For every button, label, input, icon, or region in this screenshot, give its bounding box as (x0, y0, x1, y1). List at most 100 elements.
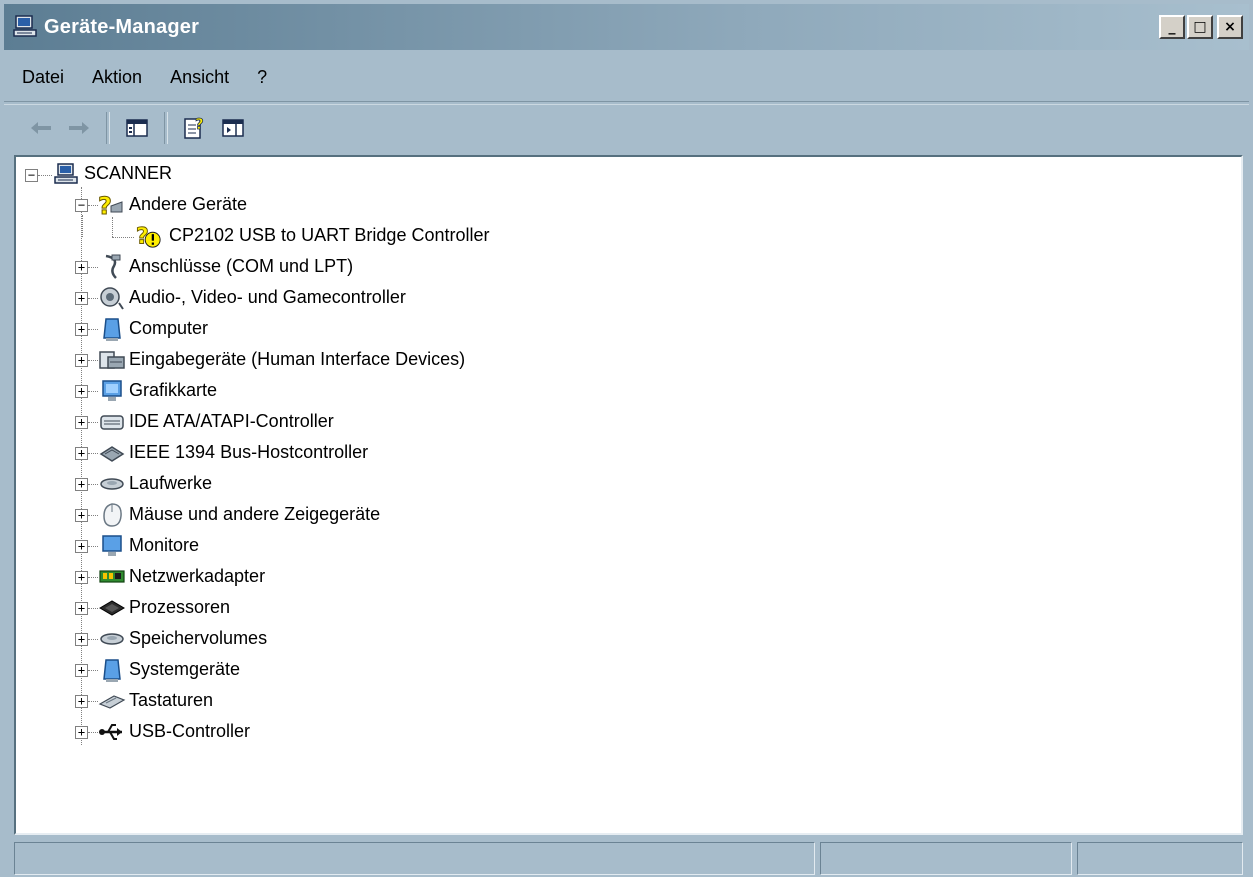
disk-drive-icon (98, 470, 126, 498)
properties-help-icon: ? (184, 116, 204, 139)
tree-node-prozessoren[interactable]: Prozessoren (129, 597, 230, 618)
status-panel-main (14, 842, 815, 875)
tree-line (38, 175, 52, 176)
tree-line (88, 422, 98, 423)
title-bar[interactable]: Geräte-Manager _ □ × (4, 4, 1249, 50)
mouse-icon (98, 501, 126, 529)
status-panel-middle (820, 842, 1072, 875)
tree-line (88, 484, 98, 485)
keyboard-icon (98, 687, 126, 715)
tree-line (112, 237, 134, 238)
tree-node-laufwerke[interactable]: Laufwerke (129, 473, 212, 494)
window-controls: _ □ × (1159, 15, 1243, 39)
expand-toggle[interactable]: + (75, 602, 88, 615)
ide-controller-icon (98, 408, 126, 436)
computer-icon (52, 160, 80, 188)
storage-volume-icon (98, 625, 126, 653)
tree-line (88, 391, 98, 392)
tree-line (88, 639, 98, 640)
window-title: Geräte-Manager (44, 15, 200, 38)
tree-node-systemgeraete[interactable]: Systemgeräte (129, 659, 240, 680)
expand-toggle[interactable]: + (75, 323, 88, 336)
expand-toggle[interactable]: + (75, 385, 88, 398)
tree-node-ieee1394[interactable]: IEEE 1394 Bus-Hostcontroller (129, 442, 368, 463)
tree-node-maeuse[interactable]: Mäuse und andere Zeigegeräte (129, 504, 380, 525)
tree-line (112, 217, 113, 237)
unknown-device-icon: ? (96, 191, 124, 219)
tree-node-scanner[interactable]: SCANNER (84, 163, 172, 184)
expand-toggle[interactable]: + (75, 695, 88, 708)
monitor-icon (98, 532, 126, 560)
console-tree-button[interactable] (118, 111, 156, 145)
processor-icon (98, 594, 126, 622)
device-tree[interactable]: − SCANNER − ? Andere Geräte ? CP2102 USB… (14, 155, 1243, 835)
status-panel-right (1077, 842, 1243, 875)
tree-line (88, 267, 98, 268)
expand-toggle[interactable]: + (75, 478, 88, 491)
tree-node-speichervolumes[interactable]: Speichervolumes (129, 628, 267, 649)
expand-toggle[interactable]: + (75, 354, 88, 367)
tree-node-ports[interactable]: Anschlüsse (COM und LPT) (129, 256, 353, 277)
action-pane-button[interactable] (214, 111, 252, 145)
tree-node-andere-geraete[interactable]: Andere Geräte (129, 194, 247, 215)
expand-toggle[interactable]: + (75, 540, 88, 553)
expand-toggle[interactable]: + (75, 509, 88, 522)
expand-toggle[interactable]: + (75, 447, 88, 460)
back-button[interactable] (22, 111, 60, 145)
tree-line (82, 215, 83, 237)
computer-case-icon (98, 315, 126, 343)
expand-toggle[interactable]: + (75, 726, 88, 739)
properties-button[interactable]: ? (176, 111, 214, 145)
minimize-button[interactable]: _ (1159, 15, 1185, 39)
tree-node-computer[interactable]: Computer (129, 318, 208, 339)
tree-line (88, 701, 98, 702)
menu-ansicht[interactable]: Ansicht (170, 67, 229, 88)
collapse-toggle[interactable]: − (75, 199, 88, 212)
tree-node-grafikkarte[interactable]: Grafikkarte (129, 380, 217, 401)
maximize-icon: □ (1193, 19, 1207, 35)
device-manager-window: Geräte-Manager _ □ × Datei Aktion Ansich… (0, 0, 1253, 877)
tree-node-usb-controller[interactable]: USB-Controller (129, 721, 250, 742)
close-icon: × (1224, 19, 1236, 35)
tree-line (88, 453, 98, 454)
toolbar-separator (164, 111, 168, 144)
tree-node-audio[interactable]: Audio-, Video- und Gamecontroller (129, 287, 406, 308)
menu-help[interactable]: ? (257, 67, 267, 88)
usb-icon (98, 718, 126, 746)
tree-line (88, 298, 98, 299)
expand-toggle[interactable]: + (75, 416, 88, 429)
expand-toggle[interactable]: + (75, 633, 88, 646)
network-adapter-icon (98, 563, 126, 591)
tree-node-tastaturen[interactable]: Tastaturen (129, 690, 213, 711)
tree-node-ide[interactable]: IDE ATA/ATAPI-Controller (129, 411, 334, 432)
maximize-button[interactable]: □ (1187, 15, 1213, 39)
tree-node-monitore[interactable]: Monitore (129, 535, 199, 556)
expand-toggle[interactable]: + (75, 292, 88, 305)
expand-toggle[interactable]: + (75, 571, 88, 584)
system-device-icon (98, 656, 126, 684)
warning-device-icon: ? (134, 222, 162, 250)
forward-button[interactable] (60, 111, 98, 145)
hid-icon (98, 346, 126, 374)
tree-line (88, 546, 98, 547)
tree-line (88, 577, 98, 578)
port-icon (98, 253, 126, 281)
menu-datei[interactable]: Datei (22, 67, 64, 88)
svg-text:?: ? (195, 116, 204, 133)
speaker-icon (98, 284, 126, 312)
tree-line (88, 670, 98, 671)
svg-text:?: ? (98, 192, 112, 218)
collapse-toggle[interactable]: − (25, 169, 38, 182)
close-button[interactable]: × (1217, 15, 1243, 39)
tree-node-cp2102[interactable]: CP2102 USB to UART Bridge Controller (169, 225, 489, 246)
expand-toggle[interactable]: + (75, 261, 88, 274)
back-arrow-icon (31, 121, 51, 134)
expand-toggle[interactable]: + (75, 664, 88, 677)
tree-node-hid[interactable]: Eingabegeräte (Human Interface Devices) (129, 349, 465, 370)
display-adapter-icon (98, 377, 126, 405)
tree-node-netzwerkadapter[interactable]: Netzwerkadapter (129, 566, 265, 587)
menu-aktion[interactable]: Aktion (92, 67, 142, 88)
tree-line (88, 515, 98, 516)
status-bar (14, 840, 1243, 877)
toolbar: ? (4, 104, 1249, 150)
